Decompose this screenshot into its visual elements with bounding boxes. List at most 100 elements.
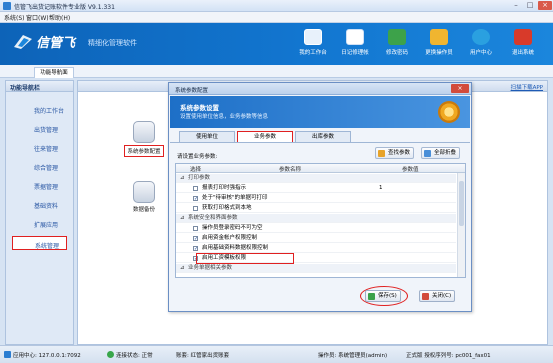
grid-scrollbar[interactable] <box>457 173 465 277</box>
expand-icon[interactable]: ⊿ <box>179 264 185 273</box>
connected-icon <box>107 351 114 358</box>
gear-icon <box>438 101 460 123</box>
exit-system-button[interactable]: 退出系统 <box>502 27 544 63</box>
nav-item-basic-data[interactable]: 基础资料 <box>12 197 67 211</box>
user-center-button[interactable]: 用户中心 <box>460 27 502 63</box>
menu-window[interactable]: 窗口(W) <box>26 13 49 22</box>
dialog-close-button[interactable]: × <box>451 84 469 93</box>
download-app-link[interactable]: 扫描下载APP <box>511 83 543 91</box>
tile-data-backup[interactable]: 数据备份 <box>124 181 164 213</box>
config-icon <box>133 121 155 143</box>
grid-row[interactable]: ✓ 启用资金帐户权限控制 <box>176 234 456 243</box>
status-center: 应用中心: 127.0.0.1:7092 <box>13 353 81 359</box>
tab-organization[interactable]: 使用单位 <box>179 131 235 142</box>
dialog-banner-subtitle: 设置使用单位信息，业务参数等信息 <box>180 114 269 120</box>
row-highlight <box>196 253 294 264</box>
col-select: 选择 <box>190 167 202 173</box>
tile-system-config[interactable]: 系统参数配置 <box>124 121 164 157</box>
system-config-dialog: 系统参数配置 × 系统参数设置 设置使用单位信息，业务参数等信息 使用单位 业务… <box>168 82 472 312</box>
dialog-title-bar: 系统参数配置 × <box>169 83 471 95</box>
row-checkbox[interactable]: ✓ <box>193 196 198 202</box>
status-bar: 应用中心: 127.0.0.1:7092 连接状态: 正常 账套: 红管家出货账… <box>0 345 553 363</box>
grid-row[interactable]: 获取打印格式到本地 <box>176 204 456 213</box>
logo-icon <box>14 35 32 49</box>
nav-item-system[interactable]: 系统管理 <box>12 236 67 250</box>
user-lock-icon <box>388 29 406 45</box>
nav-item-accounts[interactable]: 往来管理 <box>12 140 67 154</box>
dialog-banner: 系统参数设置 设置使用单位信息，业务参数等信息 <box>170 96 470 128</box>
tab-business-params[interactable]: 业务参数 <box>237 131 293 142</box>
menu-bar: 系统(S) 窗口(W) 帮助(H) <box>0 12 553 23</box>
app-banner: 信管飞 精细化管理软件 我的工作台 日记修理帐 修改密码 更换操作员 用户中心 … <box>0 23 553 65</box>
save-button[interactable]: 保存(S) <box>365 290 401 302</box>
param-name: 系统安全和界面参数 <box>188 215 238 221</box>
param-name: 获取打印格式到本地 <box>202 205 252 211</box>
params-label: 请设置业务参数: <box>177 154 218 160</box>
row-checkbox[interactable]: ✓ <box>193 246 198 252</box>
grid-header: 选择 参数名称 参数值 <box>176 164 465 173</box>
grid-row[interactable]: ✓ 启用基础资料数据权限控制 <box>176 244 456 253</box>
maximize-button[interactable]: □ <box>523 1 537 10</box>
status-operator: 操作员: 系统管理员(admin) <box>318 353 388 359</box>
close-icon <box>422 293 429 300</box>
tab-function-nav[interactable]: 功能导航面 <box>34 67 74 78</box>
col-param-name: 参数名称 <box>279 167 302 173</box>
expand-icon[interactable]: ⊿ <box>179 214 185 223</box>
tab-outbound-params[interactable]: 出库参数 <box>295 131 351 142</box>
users-icon <box>430 29 448 45</box>
title-bar: 信管飞出货记账软件专业版 V9.1.331 – □ × <box>0 0 553 12</box>
nav-item-bills[interactable]: 票据管理 <box>12 178 67 192</box>
grid-row[interactable]: ✓ 处于"待审核"的单据可打印 <box>176 194 456 203</box>
param-name: 处于"待审核"的单据可打印 <box>202 195 268 201</box>
nav-item-shipping[interactable]: 出货管理 <box>12 121 67 135</box>
nav-item-workbench[interactable]: 我的工作台 <box>12 102 67 116</box>
tab-strip: 功能导航面 <box>0 65 553 78</box>
row-checkbox[interactable] <box>193 226 198 231</box>
grid-row[interactable]: 操作员登录密码不可为空 <box>176 224 456 233</box>
switch-operator-button[interactable]: 更换操作员 <box>418 27 460 63</box>
params-grid: 选择 参数名称 参数值 ⊿ 打印参数 报表打印时强指示 1 ✓ 处于"待审核"的单据可打印… <box>175 163 466 278</box>
minimize-button[interactable]: – <box>509 1 523 10</box>
find-icon <box>378 150 385 157</box>
find-param-button[interactable]: 查找参数 <box>375 147 415 159</box>
param-name: 启用基础资料数据权限控制 <box>202 245 269 251</box>
globe-icon <box>472 29 490 45</box>
logo-slogan: 精细化管理软件 <box>88 39 137 47</box>
status-account: 账套: 红管家出货账套 <box>176 353 230 359</box>
close-window-button[interactable]: × <box>538 1 552 10</box>
param-value[interactable]: 1 <box>379 184 383 193</box>
collapse-all-button[interactable]: 全部折叠 <box>421 147 461 159</box>
grid-group-row[interactable]: ⊿ 业务单据相关参数 <box>176 264 456 273</box>
dialog-title: 系统参数配置 <box>175 88 209 94</box>
expand-icon[interactable]: ⊿ <box>179 174 185 183</box>
dialog-banner-title: 系统参数设置 <box>180 104 219 112</box>
close-button[interactable]: 关闭(C) <box>419 290 456 302</box>
menu-help[interactable]: 帮助(H) <box>49 13 70 22</box>
nav-header: 功能导航栏 <box>6 81 73 92</box>
nav-item-extensions[interactable]: 扩展应用 <box>12 216 67 230</box>
change-password-button[interactable]: 修改密码 <box>376 27 418 63</box>
row-checkbox[interactable] <box>193 186 198 191</box>
status-connection: 连接状态: 正常 <box>116 353 153 359</box>
grid-body: ⊿ 打印参数 报表打印时强指示 1 ✓ 处于"待审核"的单据可打印 获取打印格式到本地 ⊿ 系统… <box>176 174 457 277</box>
scrollbar-thumb[interactable] <box>459 181 464 226</box>
grid-group-row[interactable]: ⊿ 打印参数 <box>176 174 456 183</box>
status-license: 正式版 授权序列号: pc001_fax01 <box>406 353 491 359</box>
param-name: 报表打印时强指示 <box>202 185 247 191</box>
logo-text: 信管飞 <box>36 36 76 51</box>
grid-group-row[interactable]: ⊿ 系统安全和界面参数 <box>176 214 456 223</box>
grid-row[interactable]: 报表打印时强指示 1 <box>176 184 456 193</box>
menu-system[interactable]: 系统(S) <box>4 13 25 22</box>
monitor-icon <box>304 29 322 45</box>
row-checkbox[interactable]: ✓ <box>193 236 198 242</box>
check-icon <box>368 293 375 300</box>
param-name: 启用资金帐户权限控制 <box>202 235 258 241</box>
row-checkbox[interactable] <box>193 206 198 211</box>
window-title: 信管飞出货记账软件专业版 V9.1.331 <box>14 4 115 11</box>
workbench-button[interactable]: 我的工作台 <box>292 27 334 63</box>
journal-button[interactable]: 日记修理帐 <box>334 27 376 63</box>
nav-item-general[interactable]: 综合管理 <box>12 159 67 173</box>
ledger-icon <box>346 29 364 45</box>
param-name: 操作员登录密码不可为空 <box>202 225 263 231</box>
param-name: 打印参数 <box>188 175 211 181</box>
